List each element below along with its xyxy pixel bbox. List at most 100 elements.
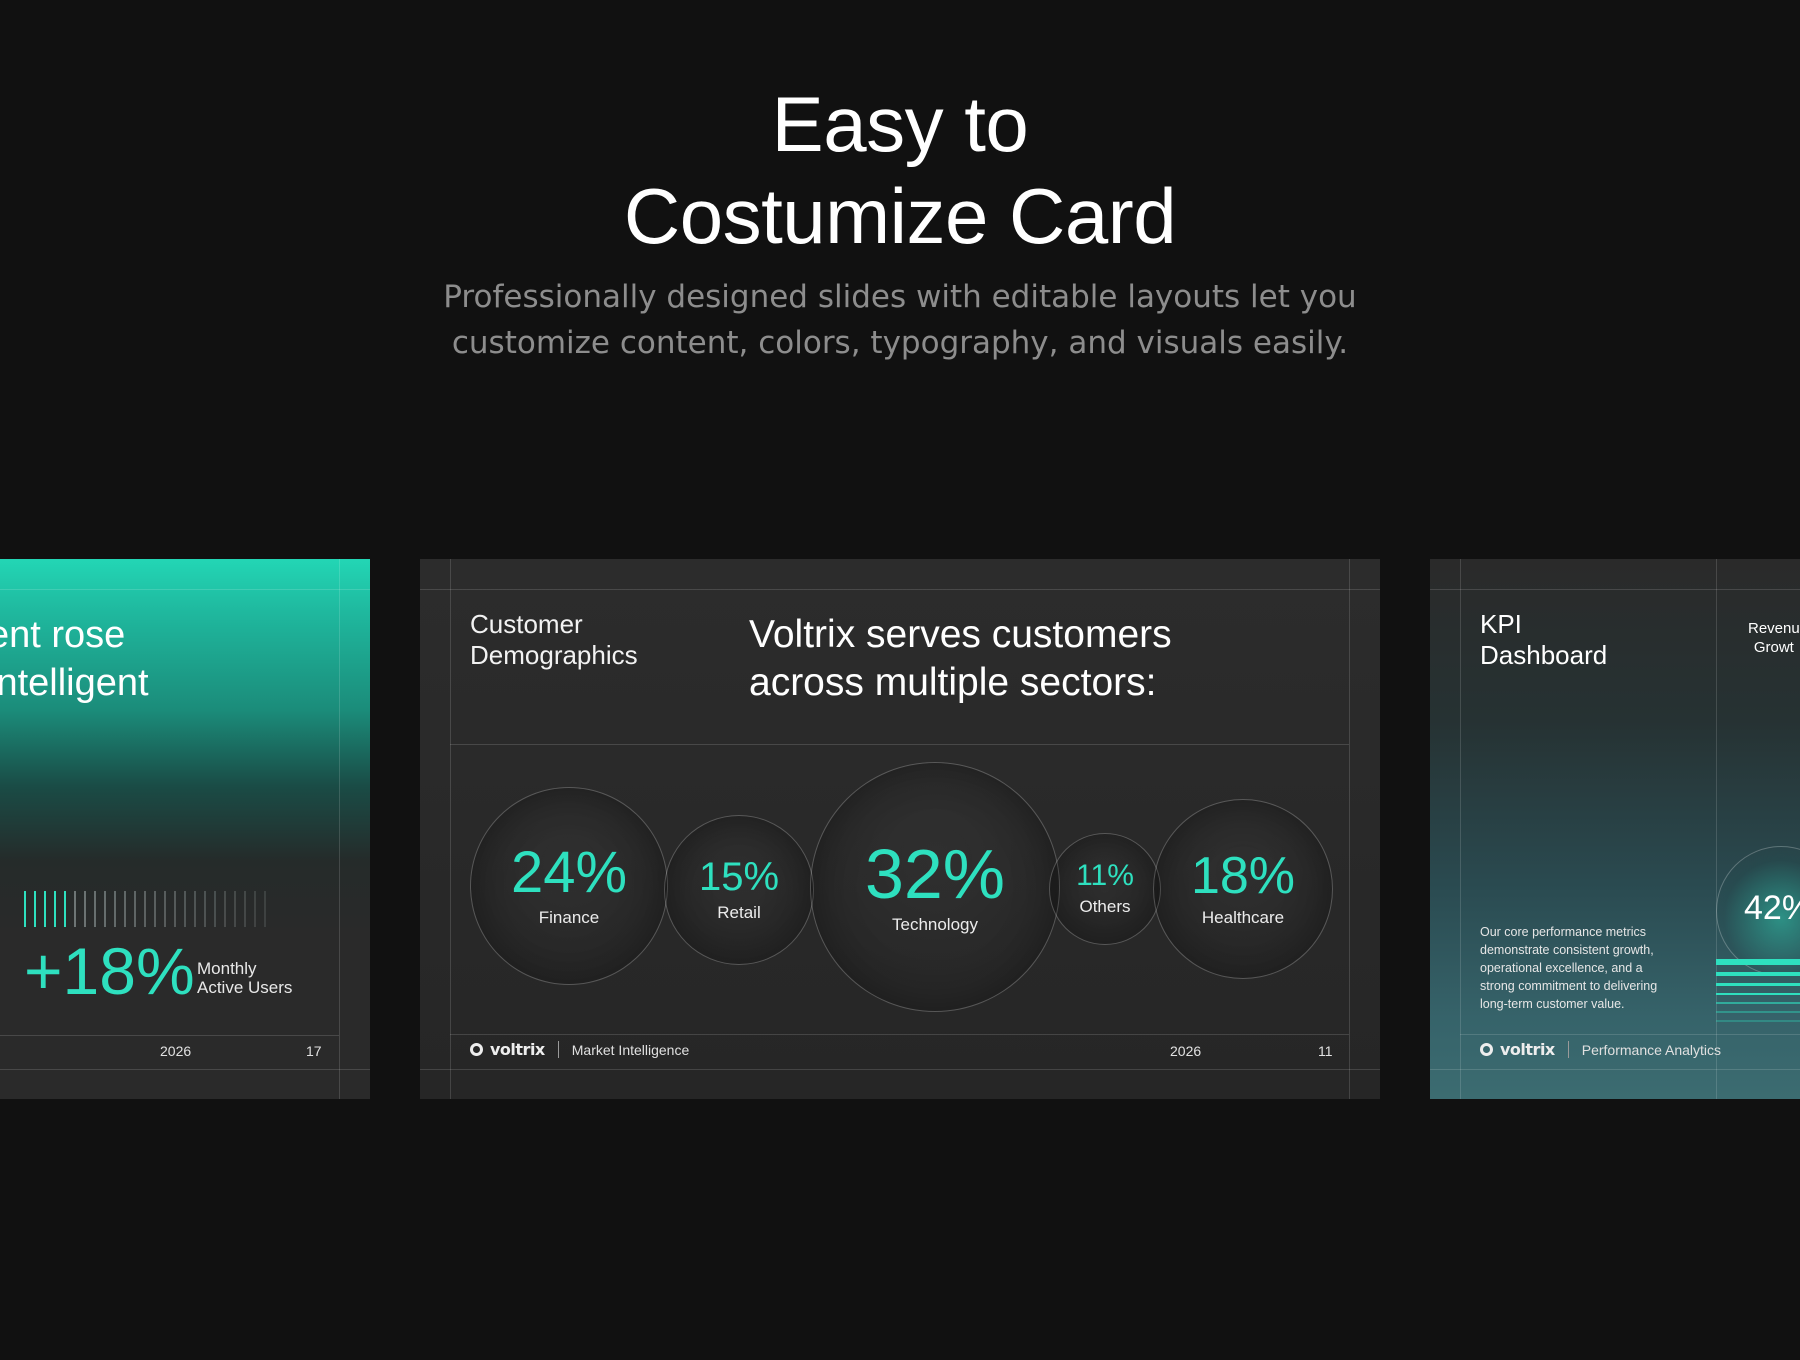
- frame-line: [420, 1069, 1380, 1070]
- section-label-line1: Customer: [470, 609, 583, 639]
- tick-mark: [234, 891, 236, 927]
- column-label: Revenu Growt: [1748, 619, 1800, 657]
- page: Easy to Costumize Card Professionally de…: [0, 0, 1800, 1360]
- slide-headline-line1: ent rose: [0, 614, 126, 656]
- footer-page-number: 11: [1318, 1043, 1333, 1059]
- slide-title-line1: KPI: [1480, 609, 1522, 639]
- sector-pct: 11%: [1076, 859, 1134, 892]
- tick-mark: [244, 891, 246, 927]
- frame-line: [0, 1069, 370, 1070]
- hero-subtitle-line2: customize content, colors, typography, a…: [451, 325, 1349, 361]
- slide-card-active-users[interactable]: ent rose intelligent +18% Monthly Active…: [0, 559, 370, 1099]
- slide-headline-line1: Voltrix serves customers: [749, 613, 1172, 656]
- bar-line: [1716, 1002, 1800, 1004]
- hero-title: Easy to Costumize Card: [0, 78, 1800, 262]
- slide-headline-line2: intelligent: [0, 662, 149, 704]
- brand-subtitle: Performance Analytics: [1581, 1041, 1722, 1058]
- sector-pct: 15%: [698, 855, 780, 899]
- kpi-label-line1: Monthly: [197, 959, 257, 978]
- column-label-line2: Growt: [1753, 639, 1794, 656]
- hero-title-line2: Costumize Card: [623, 172, 1177, 260]
- kpi-value: +18%: [24, 934, 195, 1008]
- frame-line: [450, 559, 451, 1099]
- bar-line: [1716, 1011, 1800, 1013]
- ring-logo-icon: [470, 1043, 483, 1056]
- tick-mark: [264, 891, 266, 927]
- tick-mark: [134, 891, 136, 927]
- slide-card-customer-demographics[interactable]: Customer Demographics Voltrix serves cus…: [420, 559, 1380, 1099]
- slide-card-kpi-dashboard[interactable]: KPI Dashboard Revenu Growt 42% Our core …: [1430, 559, 1800, 1099]
- slide-headline: Voltrix serves customers across multiple…: [749, 611, 1172, 707]
- frame-line: [0, 589, 370, 590]
- footer-divider: [450, 1034, 1349, 1035]
- tick-mark: [174, 891, 176, 927]
- section-label: Customer Demographics: [470, 609, 638, 671]
- sector-pct: 24%: [510, 840, 628, 905]
- header-divider: [450, 744, 1349, 745]
- tick-mark: [104, 891, 106, 927]
- footer-page-number: 17: [306, 1043, 322, 1059]
- sector-label: Others: [1079, 897, 1131, 916]
- column-divider: [1716, 559, 1717, 1099]
- tick-mark: [214, 891, 216, 927]
- column-label-line1: Revenu: [1748, 620, 1800, 637]
- sector-pct: 18%: [1190, 847, 1296, 905]
- tick-mark: [204, 891, 206, 927]
- tick-mark: [224, 891, 226, 927]
- sector-circle-retail: 15% Retail: [664, 815, 814, 965]
- footer-year: 2026: [1170, 1043, 1202, 1059]
- brand-separator: [1567, 1041, 1569, 1058]
- frame-line: [1430, 1069, 1800, 1070]
- frame-line: [1460, 559, 1461, 1099]
- tick-mark: [154, 891, 156, 927]
- slide-headline: ent rose intelligent: [0, 611, 149, 707]
- sector-label: Technology: [891, 915, 978, 934]
- tick-mark: [124, 891, 126, 927]
- ring-logo-icon: [1480, 1043, 1493, 1056]
- bar-line: [1716, 993, 1800, 995]
- slide-paragraph: Our core performance metrics demonstrate…: [1480, 925, 1658, 1011]
- tick-mark: [24, 891, 26, 927]
- frame-line: [1430, 589, 1800, 590]
- bar-line: [1716, 983, 1800, 986]
- sector-pct: 32%: [864, 835, 1006, 913]
- brand-name: voltrix: [1500, 1040, 1555, 1059]
- sector-circle-healthcare: 18% Healthcare: [1153, 799, 1333, 979]
- tick-mark: [54, 891, 56, 927]
- section-label-line2: Demographics: [470, 640, 638, 670]
- hero-subtitle: Professionally designed slides with edit…: [0, 274, 1800, 366]
- tick-bar-graphic: [24, 891, 266, 927]
- frame-line: [1349, 559, 1350, 1099]
- footer-brand: voltrix Market Intelligence: [470, 1040, 689, 1059]
- tick-mark: [164, 891, 166, 927]
- tick-mark: [254, 891, 256, 927]
- tick-mark: [64, 891, 66, 927]
- sector-label: Retail: [717, 903, 761, 922]
- bar-line: [1716, 959, 1800, 965]
- brand-separator: [557, 1041, 559, 1058]
- kpi-label: Monthly Active Users: [197, 959, 292, 997]
- frame-line: [339, 559, 340, 1099]
- sector-circle-technology: 32% Technology: [810, 762, 1060, 1012]
- hero-title-line1: Easy to: [771, 80, 1029, 168]
- footer-divider: [1460, 1034, 1800, 1035]
- tick-mark: [114, 891, 116, 927]
- bar-line: [1716, 972, 1800, 976]
- bar-line: [1716, 1020, 1800, 1022]
- kpi-label-line2: Active Users: [197, 978, 293, 997]
- tick-mark: [144, 891, 146, 927]
- tick-mark: [94, 891, 96, 927]
- footer-brand: voltrix Performance Analytics: [1480, 1040, 1721, 1059]
- tick-mark: [44, 891, 46, 927]
- tick-mark: [84, 891, 86, 927]
- revenue-growth-value: 42%: [1744, 889, 1800, 927]
- sector-circle-finance: 24% Finance: [470, 787, 668, 985]
- tick-mark: [34, 891, 36, 927]
- footer-divider: [0, 1035, 339, 1036]
- brand-name: voltrix: [490, 1040, 545, 1059]
- slide-headline-line2: across multiple sectors:: [749, 661, 1157, 704]
- slide-title-line2: Dashboard: [1480, 640, 1608, 670]
- sector-circle-others: 11% Others: [1049, 833, 1161, 945]
- sector-label: Finance: [538, 908, 600, 927]
- hero-subtitle-line1: Professionally designed slides with edit…: [443, 279, 1357, 315]
